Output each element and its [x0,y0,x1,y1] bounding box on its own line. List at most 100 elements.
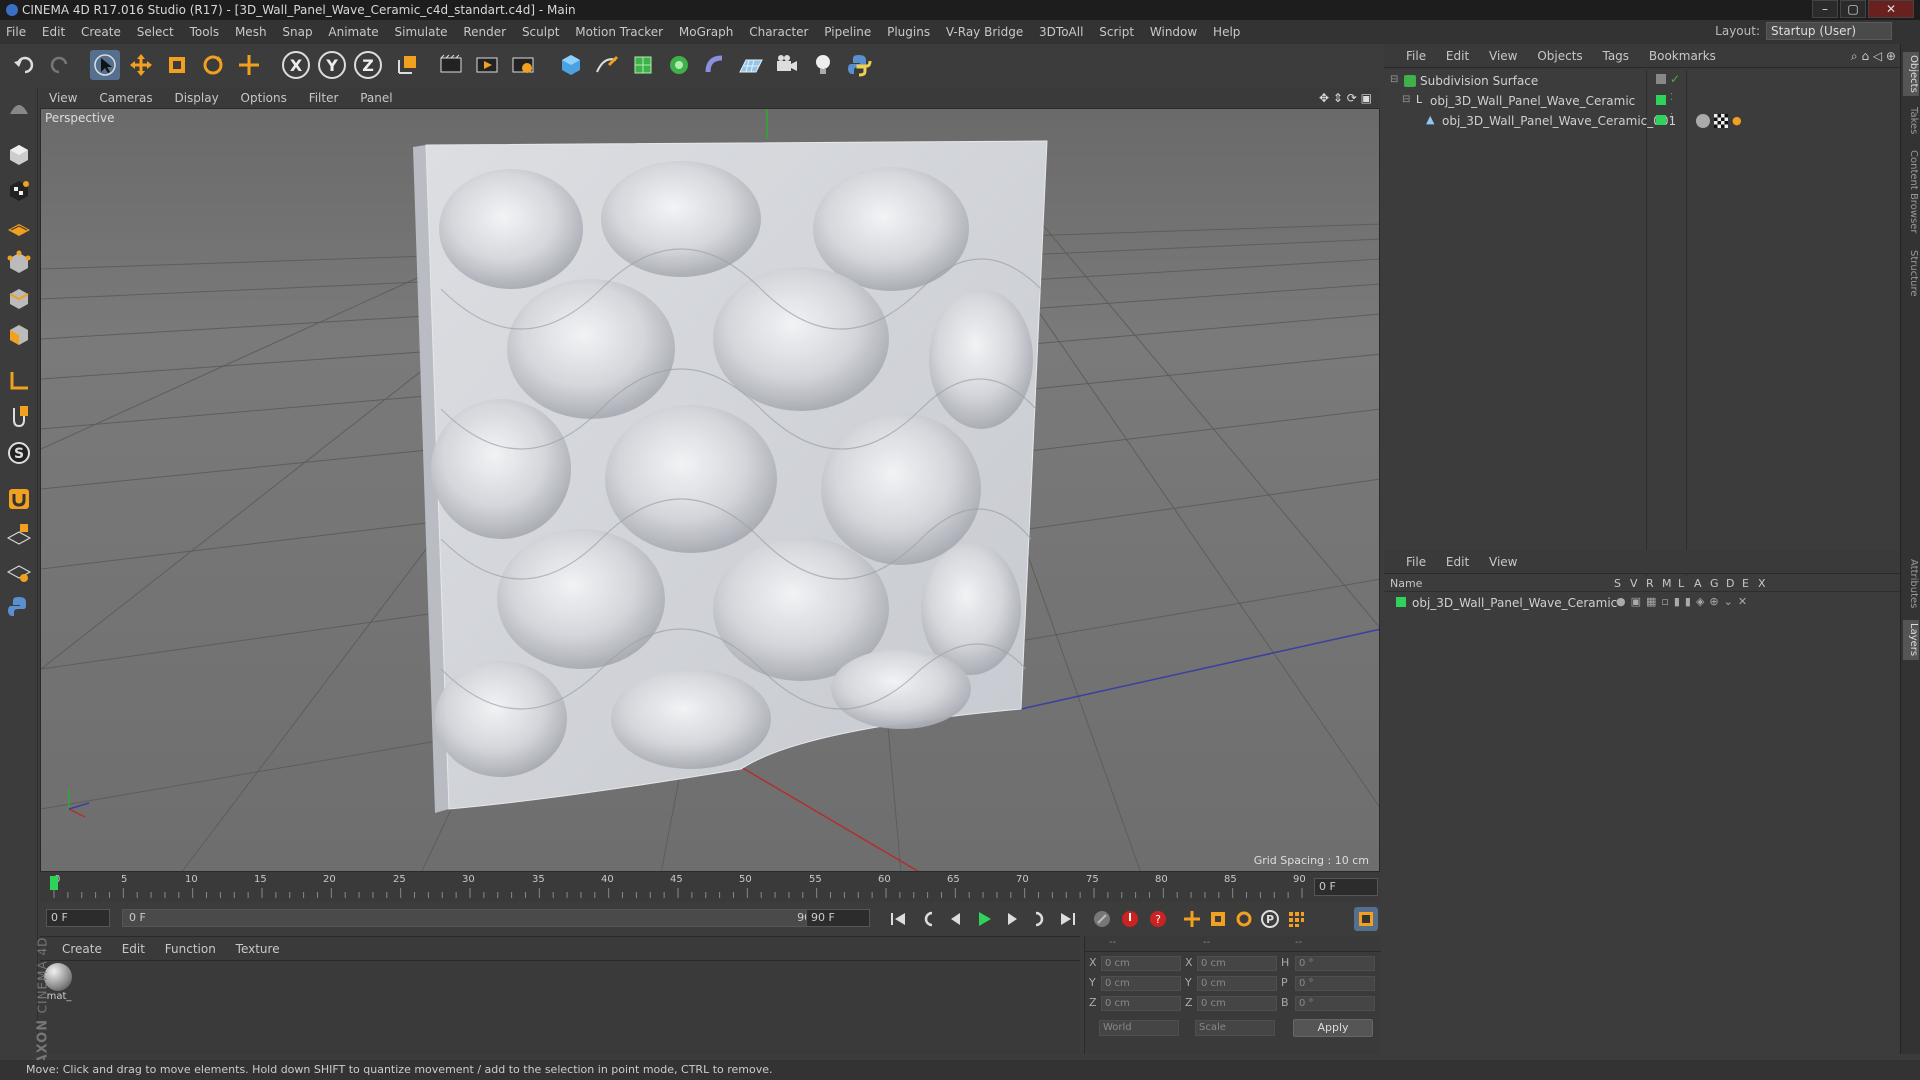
viewport-menu-cameras[interactable]: Cameras [99,91,152,105]
menu-mograph[interactable]: MoGraph [679,20,734,44]
visibility-toggle-icon[interactable] [1656,74,1666,84]
render-to-picture-viewer-icon[interactable] [472,50,502,80]
menu-simulate[interactable]: Simulate [395,20,448,44]
lm-menu-view[interactable]: View [1489,555,1517,569]
menu-plugins[interactable]: Plugins [887,20,930,44]
layer-flag-icons[interactable]: ●▣▦▫▮▮◈⊕⌄✕ [1616,595,1752,608]
render-settings-icon[interactable] [508,50,538,80]
end-frame-field[interactable]: 90 F [806,909,870,927]
position-x-field[interactable]: 0 cm [1101,956,1181,971]
viewport-nav-icons[interactable]: ✥ ⇕ ⟳ ▣ [1319,88,1372,108]
layer-header-e[interactable]: E [1742,577,1749,590]
layer-color-swatch[interactable] [1396,597,1406,607]
move-tool-icon[interactable] [126,50,156,80]
playhead-marker[interactable] [50,876,58,890]
layer-row[interactable]: obj_3D_Wall_Panel_Wave_Ceramic ●▣▦▫▮▮◈⊕⌄… [1390,594,1890,612]
viewport-menu-options[interactable]: Options [241,91,287,105]
layer-header-r[interactable]: R [1646,577,1654,590]
om-menu-bookmarks[interactable]: Bookmarks [1649,49,1716,63]
lm-menu-edit[interactable]: Edit [1446,555,1469,569]
menu-edit[interactable]: Edit [42,20,65,44]
side-tab-attributes[interactable]: Attributes [1903,554,1919,614]
object-name[interactable]: obj_3D_Wall_Panel_Wave_Ceramic [1430,94,1635,108]
om-search-icon[interactable]: ⌕ ⌂ ◁ ⊕ [1851,44,1896,68]
live-selection-icon[interactable] [90,50,120,80]
start-frame-field[interactable]: 0 F [46,909,110,927]
menu-sculpt[interactable]: Sculpt [522,20,559,44]
workplane-mode-icon[interactable] [4,212,34,242]
polygons-mode-icon[interactable] [4,320,34,350]
visibility-dots-icon[interactable]: ⁚ [1670,112,1673,123]
layer-header-d[interactable]: D [1726,577,1734,590]
menu-3dtoall[interactable]: 3DToAll [1039,20,1083,44]
layout-dropdown[interactable]: Startup (User) [1766,22,1892,40]
menu-help[interactable]: Help [1213,20,1240,44]
menu-window[interactable]: Window [1150,20,1197,44]
perspective-viewport[interactable]: Perspective Grid Spacing : 10 cm [40,108,1380,872]
next-frame-icon[interactable] [1000,907,1024,931]
subdivision-surface-icon[interactable] [628,50,658,80]
position-z-field[interactable]: 0 cm [1101,996,1181,1011]
next-key-icon[interactable] [1028,907,1052,931]
viewport-menu-view[interactable]: View [49,91,77,105]
rotate-tool-icon[interactable] [198,50,228,80]
cloner-icon[interactable] [664,50,694,80]
position-y-field[interactable]: 0 cm [1101,976,1181,991]
layer-header-g[interactable]: G [1710,577,1719,590]
autokeying-icon[interactable] [1118,907,1142,931]
scale-mode-dropdown[interactable]: Scale [1195,1020,1275,1036]
material-tag-icon[interactable]: ● [1732,114,1742,127]
previous-key-icon[interactable] [916,907,940,931]
object-row-wall-panel-001[interactable]: ▲ obj_3D_Wall_Panel_Wave_Ceramic_001 ⁚ ● [1416,112,1890,130]
snapping-icon[interactable]: S [4,438,34,468]
rotation-p-field[interactable]: 0 ° [1295,976,1375,991]
mat-menu-edit[interactable]: Edit [122,942,145,956]
render-view-icon[interactable] [436,50,466,80]
viewport-camera-label[interactable]: Perspective [45,111,115,125]
om-menu-objects[interactable]: Objects [1537,49,1582,63]
menu-mesh[interactable]: Mesh [235,20,267,44]
viewport-menu-filter[interactable]: Filter [309,91,339,105]
key-point-level-icon[interactable] [1284,907,1308,931]
python-console-icon[interactable] [4,592,34,622]
z-axis-lock-button[interactable]: Z [354,51,382,79]
axis-mode-icon[interactable] [4,366,34,396]
om-menu-tags[interactable]: Tags [1602,49,1629,63]
phong-tag-icon[interactable] [1696,114,1710,128]
mat-menu-function[interactable]: Function [165,942,216,956]
magnet-icon[interactable] [4,484,34,514]
model-mode-icon[interactable] [4,140,34,170]
layer-header-a[interactable]: A [1694,577,1702,590]
object-name[interactable]: obj_3D_Wall_Panel_Wave_Ceramic_001 [1442,114,1676,128]
layer-header-s[interactable]: S [1614,577,1621,590]
previous-frame-icon[interactable] [944,907,968,931]
deformer-icon[interactable] [700,50,730,80]
frame-range-slider[interactable]: 0 F 90 F [122,909,838,927]
camera-object-icon[interactable] [772,50,802,80]
go-to-end-icon[interactable] [1056,907,1080,931]
light-object-icon[interactable] [808,50,838,80]
menu-vray-bridge[interactable]: V-Ray Bridge [946,20,1023,44]
go-to-start-icon[interactable] [886,907,910,931]
key-position-icon[interactable] [1180,907,1204,931]
key-parameter-icon[interactable]: P [1258,907,1282,931]
size-x-field[interactable]: 0 cm [1197,956,1277,971]
undo-icon[interactable] [10,50,40,80]
object-name[interactable]: Subdivision Surface [1420,74,1538,88]
key-scale-icon[interactable] [1206,907,1230,931]
visibility-dots-icon[interactable]: ⁚ [1670,92,1673,103]
scale-tool-icon[interactable] [162,50,192,80]
tweak-mode-icon[interactable] [4,402,34,432]
menu-snap[interactable]: Snap [282,20,312,44]
menu-character[interactable]: Character [749,20,808,44]
layer-header-l[interactable]: L [1678,577,1684,590]
layer-header-x[interactable]: X [1758,577,1766,590]
rotation-b-field[interactable]: 0 ° [1295,996,1375,1011]
close-button[interactable]: ✕ [1868,0,1914,18]
cube-object-icon[interactable] [556,50,586,80]
mat-menu-texture[interactable]: Texture [236,942,280,956]
size-z-field[interactable]: 0 cm [1197,996,1277,1011]
layer-header-m[interactable]: M [1662,577,1672,590]
x-axis-lock-button[interactable]: X [282,51,310,79]
edges-mode-icon[interactable] [4,284,34,314]
